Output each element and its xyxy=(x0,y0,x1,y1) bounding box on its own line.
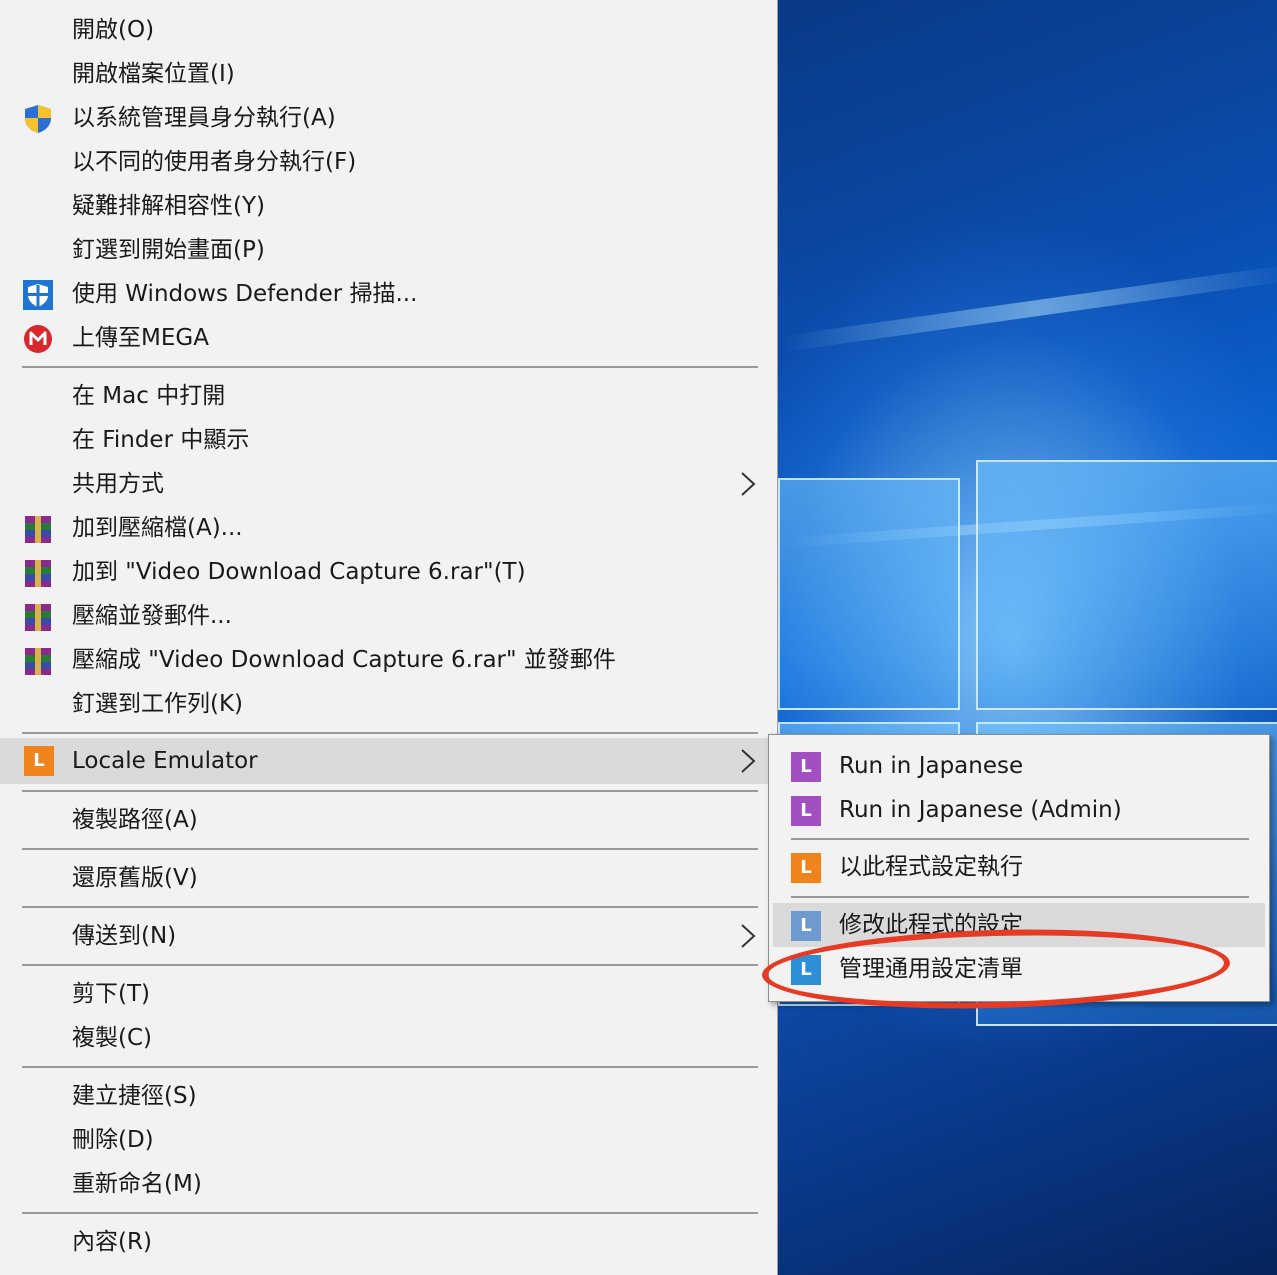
separator xyxy=(22,366,758,368)
menu-item-label: 共用方式 xyxy=(72,471,164,497)
submenu-item-run-in-japanese-admin[interactable]: L Run in Japanese (Admin) xyxy=(773,788,1265,832)
menu-item-label: 重新命名(M) xyxy=(72,1171,202,1197)
menu-item-rename[interactable]: 重新命名(M) xyxy=(0,1162,778,1206)
menu-item-label: 使用 Windows Defender 掃描... xyxy=(72,281,418,307)
locale-emulator-settings-icon: L xyxy=(791,911,821,941)
menu-item-label: 剪下(T) xyxy=(72,981,150,1007)
context-menu: 開啟(O) 開啟檔案位置(I) 以系統管理員身分執行(A) 以不同的使用者身分執… xyxy=(0,0,778,1275)
windows-defender-icon xyxy=(22,280,54,310)
menu-item-pin-to-taskbar[interactable]: 釘選到工作列(K) xyxy=(0,682,778,726)
separator xyxy=(22,790,758,792)
uac-shield-icon xyxy=(22,104,54,134)
menu-item-label: 加到 "Video Download Capture 6.rar"(T) xyxy=(72,559,526,585)
menu-item-label: 釘選到工作列(K) xyxy=(72,691,244,717)
separator xyxy=(22,964,758,966)
menu-item-label: 壓縮成 "Video Download Capture 6.rar" 並發郵件 xyxy=(72,647,616,673)
chevron-right-icon xyxy=(736,920,760,952)
menu-item-add-to-rar[interactable]: 加到 "Video Download Capture 6.rar"(T) xyxy=(0,550,778,594)
submenu-item-run-in-japanese[interactable]: L Run in Japanese xyxy=(773,744,1265,788)
chevron-right-icon xyxy=(736,468,760,500)
menu-item-run-as-admin[interactable]: 以系統管理員身分執行(A) xyxy=(0,96,778,140)
separator xyxy=(22,848,758,850)
separator xyxy=(22,906,758,908)
menu-item-create-shortcut[interactable]: 建立捷徑(S) xyxy=(0,1074,778,1118)
menu-item-label: 複製路徑(A) xyxy=(72,807,198,833)
menu-item-label: 複製(C) xyxy=(72,1025,153,1051)
menu-item-copy-path[interactable]: 複製路徑(A) xyxy=(0,798,778,842)
locale-emulator-profile-icon: L xyxy=(791,796,821,826)
menu-item-label: 內容(R) xyxy=(72,1229,152,1255)
winrar-icon xyxy=(22,602,54,632)
menu-item-add-to-archive[interactable]: 加到壓縮檔(A)... xyxy=(0,506,778,550)
locale-emulator-run-icon: L xyxy=(791,853,821,883)
menu-item-label: 刪除(D) xyxy=(72,1127,154,1153)
menu-item-open-file-location[interactable]: 開啟檔案位置(I) xyxy=(0,52,778,96)
menu-item-label: 還原舊版(V) xyxy=(72,865,198,891)
separator xyxy=(22,1212,758,1214)
menu-item-label: 壓縮並發郵件... xyxy=(72,603,232,629)
menu-item-label: 開啟(O) xyxy=(72,17,155,43)
menu-item-run-as-different-user[interactable]: 以不同的使用者身分執行(F) xyxy=(0,140,778,184)
menu-item-locale-emulator[interactable]: L Locale Emulator xyxy=(0,738,778,784)
menu-item-show-in-finder[interactable]: 在 Finder 中顯示 xyxy=(0,418,778,462)
winrar-icon xyxy=(22,646,54,676)
submenu-item-label: Run in Japanese xyxy=(839,753,1024,779)
separator xyxy=(791,838,1249,840)
menu-item-send-to[interactable]: 傳送到(N) xyxy=(0,914,778,958)
menu-item-label: 在 Finder 中顯示 xyxy=(72,427,250,453)
menu-item-label: Locale Emulator xyxy=(72,748,258,774)
menu-item-open-in-mac[interactable]: 在 Mac 中打開 xyxy=(0,374,778,418)
menu-item-label: 以不同的使用者身分執行(F) xyxy=(72,149,357,175)
separator xyxy=(791,896,1249,898)
menu-item-troubleshoot-compatibility[interactable]: 疑難排解相容性(Y) xyxy=(0,184,778,228)
menu-item-properties[interactable]: 內容(R) xyxy=(0,1220,778,1264)
menu-item-delete[interactable]: 刪除(D) xyxy=(0,1118,778,1162)
menu-item-open[interactable]: 開啟(O) xyxy=(0,8,778,52)
menu-item-pin-to-start[interactable]: 釘選到開始畫面(P) xyxy=(0,228,778,272)
locale-emulator-profile-icon: L xyxy=(791,752,821,782)
menu-item-label: 傳送到(N) xyxy=(72,923,177,949)
menu-item-label: 在 Mac 中打開 xyxy=(72,383,226,409)
separator xyxy=(22,732,758,734)
menu-item-label: 釘選到開始畫面(P) xyxy=(72,237,265,263)
locale-emulator-icon: L xyxy=(24,746,54,776)
menu-item-upload-mega[interactable]: 上傳至MEGA xyxy=(0,316,778,360)
menu-item-label: 以系統管理員身分執行(A) xyxy=(72,105,336,131)
menu-item-compress-to-rar-and-email[interactable]: 壓縮成 "Video Download Capture 6.rar" 並發郵件 xyxy=(0,638,778,682)
winrar-icon xyxy=(22,514,54,544)
menu-item-copy[interactable]: 複製(C) xyxy=(0,1016,778,1060)
menu-item-cut[interactable]: 剪下(T) xyxy=(0,972,778,1016)
submenu-item-label: 以此程式設定執行 xyxy=(839,854,1023,880)
chevron-right-icon xyxy=(736,745,760,777)
separator xyxy=(22,1066,758,1068)
menu-item-share-with[interactable]: 共用方式 xyxy=(0,462,778,506)
menu-item-label: 疑難排解相容性(Y) xyxy=(72,193,265,219)
submenu-item-label: Run in Japanese (Admin) xyxy=(839,797,1122,823)
menu-item-defender-scan[interactable]: 使用 Windows Defender 掃描... xyxy=(0,272,778,316)
menu-item-label: 加到壓縮檔(A)... xyxy=(72,515,243,541)
mega-icon xyxy=(22,324,54,354)
menu-item-restore-previous-versions[interactable]: 還原舊版(V) xyxy=(0,856,778,900)
winrar-icon xyxy=(22,558,54,588)
menu-item-label: 上傳至MEGA xyxy=(72,325,209,351)
submenu-item-run-with-app-profile[interactable]: L 以此程式設定執行 xyxy=(773,845,1265,889)
menu-item-label: 開啟檔案位置(I) xyxy=(72,61,235,87)
menu-item-label: 建立捷徑(S) xyxy=(72,1083,197,1109)
menu-item-compress-and-email[interactable]: 壓縮並發郵件... xyxy=(0,594,778,638)
